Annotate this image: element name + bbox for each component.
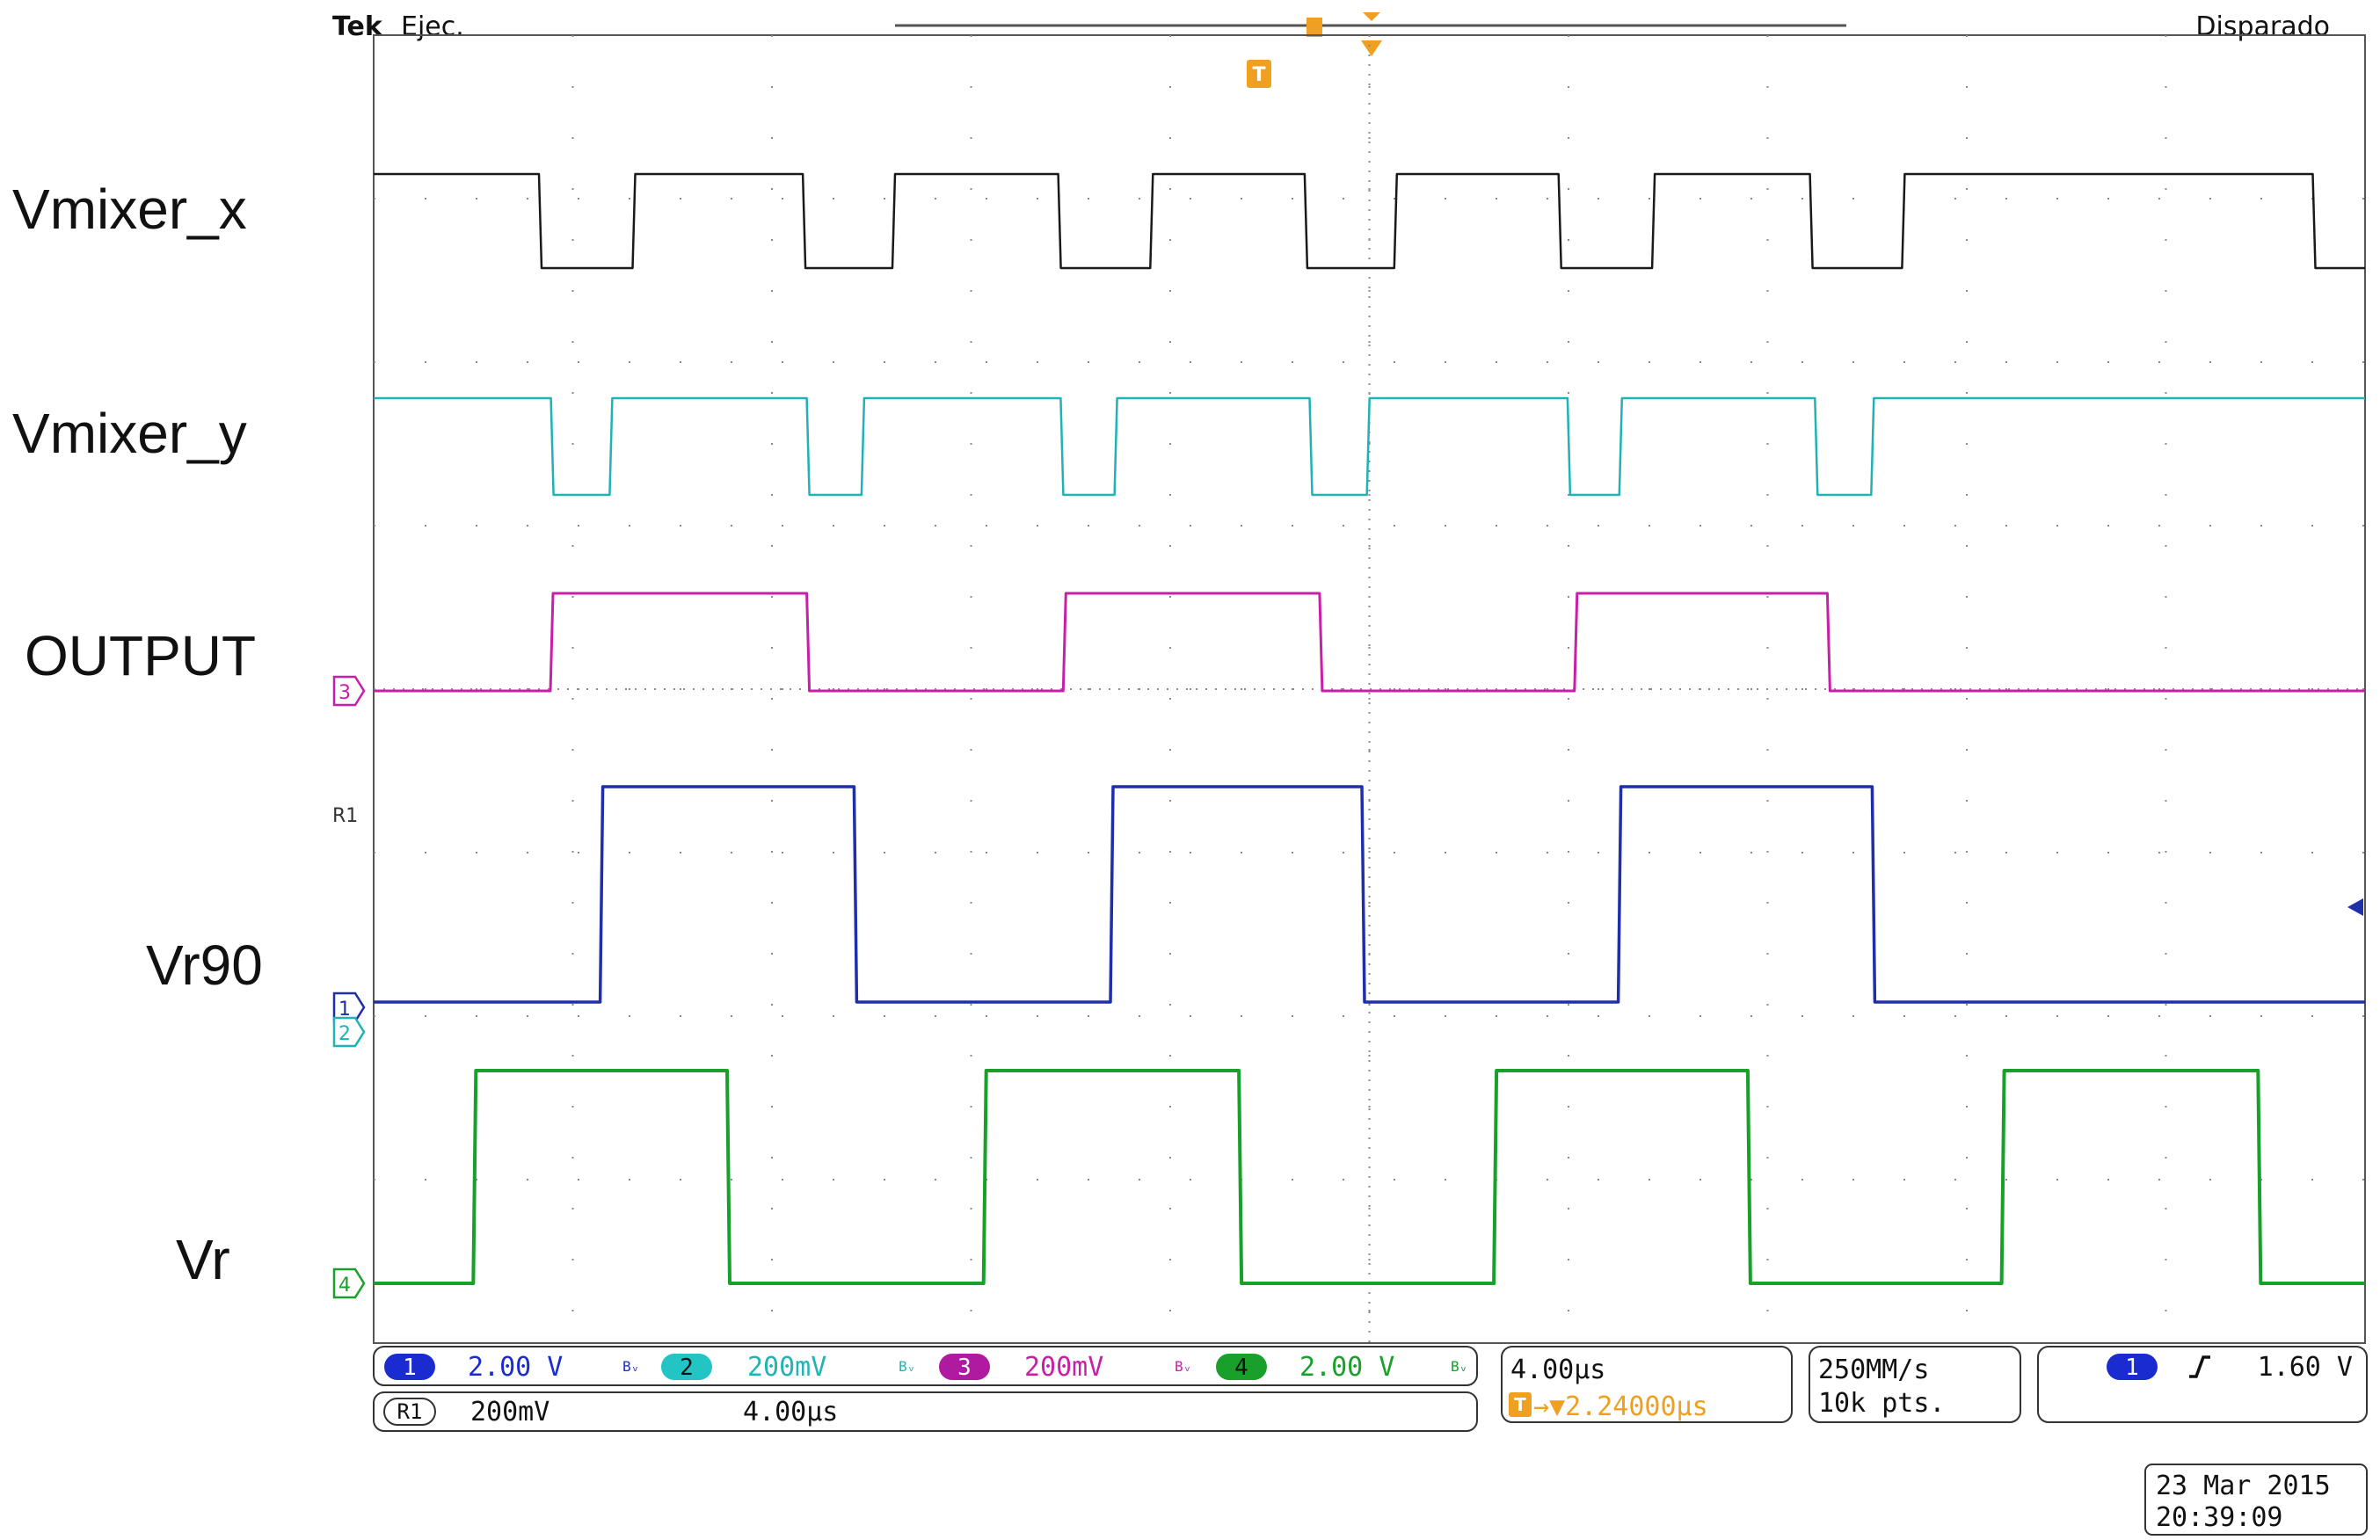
ch3-ground-marker: 3 xyxy=(332,675,366,707)
record-length: 10k pts. xyxy=(1818,1388,1946,1419)
svg-text:4.00µs: 4.00µs xyxy=(743,1397,838,1427)
svg-text:R1: R1 xyxy=(332,805,358,827)
waveform-traces xyxy=(374,172,2365,1285)
trigger-status: Disparado xyxy=(2195,11,2330,42)
capture-time: 20:39:09 xyxy=(2156,1502,2283,1533)
svg-text:2.00 V: 2.00 V xyxy=(1299,1352,1394,1383)
svg-text:3: 3 xyxy=(957,1355,972,1381)
label-vmixer-y: Vmixer_y xyxy=(12,402,247,465)
svg-text:Bᵥ: Bᵥ xyxy=(622,1358,639,1375)
svg-text:4: 4 xyxy=(1234,1355,1248,1381)
svg-text:1: 1 xyxy=(403,1355,417,1381)
ref1-marker: R1 xyxy=(332,805,358,827)
svg-text:T: T xyxy=(1514,1394,1526,1415)
label-vr: Vr xyxy=(176,1228,230,1291)
expansion-point-marker xyxy=(1363,12,1380,21)
trigger-level: 1.60 V xyxy=(2258,1352,2353,1383)
svg-text:2.00 V: 2.00 V xyxy=(468,1352,563,1383)
graticule xyxy=(373,34,2366,1344)
trigger-position-marker: T xyxy=(1247,60,1271,88)
timebase-value: 4.00µs xyxy=(1510,1355,1605,1385)
svg-text:Bᵥ: Bᵥ xyxy=(899,1358,915,1375)
oscilloscope-screen: Tek Ejec. Disparado T 3 R1 1 2 4 Vmixer_… xyxy=(12,11,2368,1536)
sample-rate: 250MM/s xyxy=(1818,1355,1929,1385)
label-output: OUTPUT xyxy=(25,624,256,687)
svg-text:T: T xyxy=(1252,64,1265,86)
svg-text:2: 2 xyxy=(338,1023,351,1045)
trigger-source: 1 xyxy=(2125,1355,2139,1381)
capture-date: 23 Mar 2015 xyxy=(2156,1471,2331,1501)
svg-text:200mV: 200mV xyxy=(747,1352,826,1383)
label-vmixer-x: Vmixer_x xyxy=(12,178,247,241)
trigger-level-arrow xyxy=(2347,898,2363,916)
brand-logo: Tek xyxy=(332,11,383,42)
record-trigger-marker xyxy=(1306,18,1322,37)
svg-text:200mV: 200mV xyxy=(1024,1352,1103,1383)
svg-text:2: 2 xyxy=(680,1355,694,1381)
ch2-ground-marker: 2 xyxy=(332,1016,366,1048)
run-state: Ejec. xyxy=(401,11,464,42)
svg-text:R1: R1 xyxy=(397,1399,423,1424)
label-vr90: Vr90 xyxy=(146,933,263,997)
svg-text:3: 3 xyxy=(338,682,351,704)
ch4-ground-marker: 4 xyxy=(332,1268,366,1299)
svg-text:Bᵥ: Bᵥ xyxy=(1451,1358,1467,1375)
trigger-position-value: →▼2.24000µs xyxy=(1533,1391,1708,1422)
horizontal-trigger-arrow xyxy=(1361,40,1382,56)
svg-text:4: 4 xyxy=(338,1275,351,1297)
output-trace xyxy=(374,592,2365,693)
svg-text:200mV: 200mV xyxy=(470,1397,550,1427)
svg-text:Bᵥ: Bᵥ xyxy=(1175,1358,1191,1375)
